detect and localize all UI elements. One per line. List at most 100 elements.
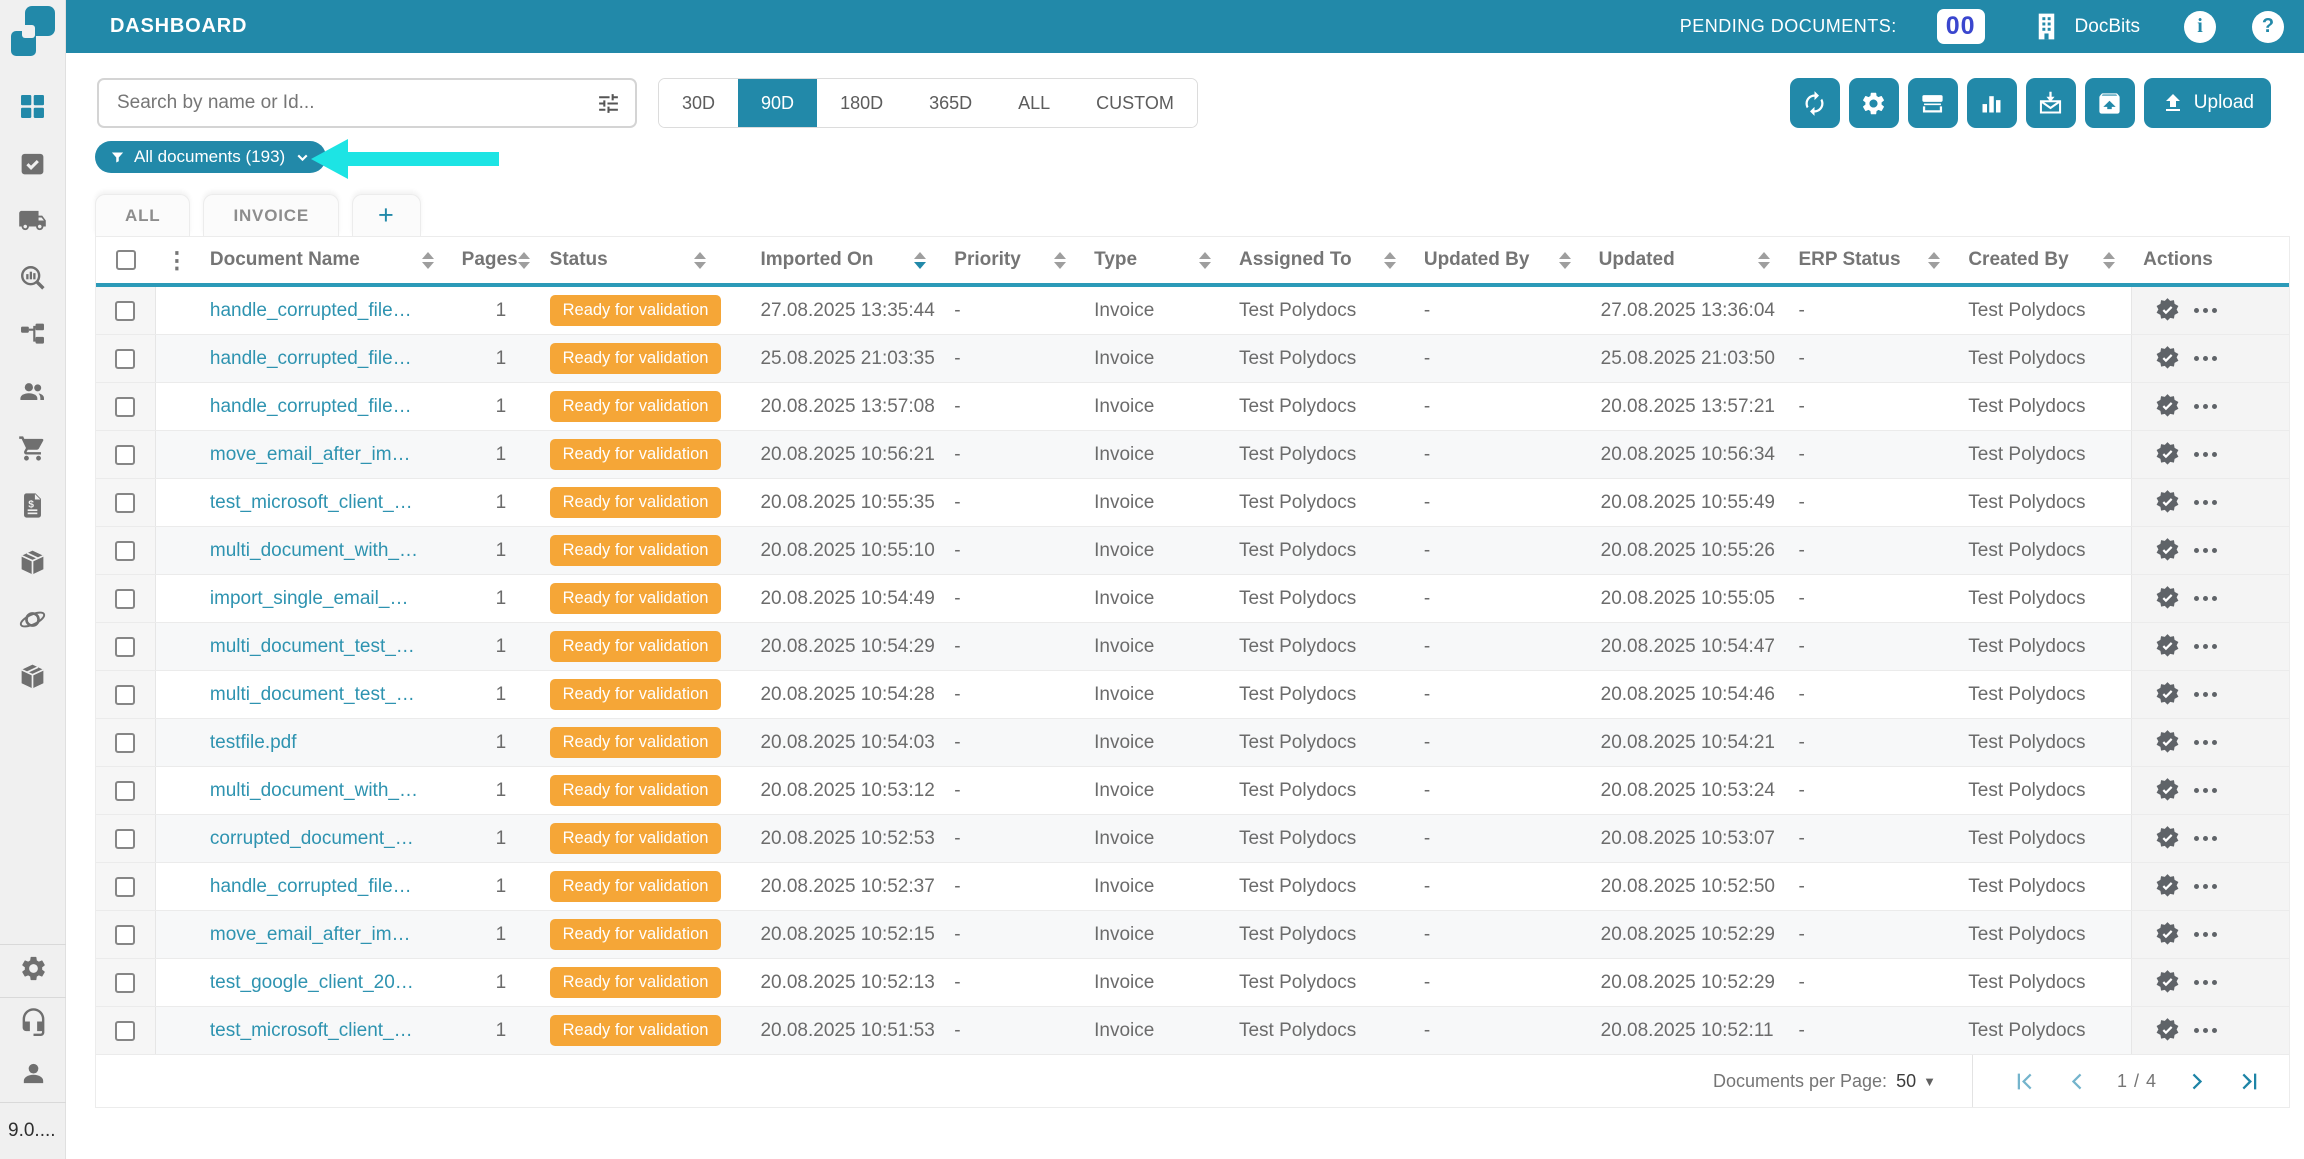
- row-checkbox[interactable]: [115, 541, 135, 561]
- select-all-checkbox[interactable]: [116, 250, 136, 270]
- column-header-erp-status[interactable]: ERP Status: [1786, 237, 1956, 283]
- document-name-link[interactable]: multi_document_test_…: [210, 636, 415, 658]
- sidebar-item-invoices[interactable]: $: [0, 479, 66, 536]
- sidebar-item-workflow[interactable]: [0, 308, 66, 365]
- search-filter-button[interactable]: [596, 91, 621, 116]
- sidebar-item-products[interactable]: [0, 650, 66, 707]
- validate-action-button[interactable]: [2154, 393, 2181, 420]
- refresh-button[interactable]: [1790, 78, 1840, 128]
- validate-action-button[interactable]: [2154, 777, 2181, 804]
- validate-action-button[interactable]: [2154, 633, 2181, 660]
- prev-page-button[interactable]: [2064, 1068, 2091, 1095]
- row-more-button[interactable]: [2194, 308, 2217, 313]
- row-checkbox[interactable]: [115, 781, 135, 801]
- first-page-button[interactable]: [2011, 1068, 2038, 1095]
- app-logo[interactable]: [0, 0, 65, 53]
- per-page-value[interactable]: 50: [1896, 1071, 1916, 1092]
- column-header-type[interactable]: Type: [1082, 237, 1227, 283]
- document-name-link[interactable]: test_microsoft_client_…: [210, 492, 413, 514]
- row-checkbox[interactable]: [115, 637, 135, 657]
- column-menu-button[interactable]: ⋮: [156, 237, 198, 283]
- sort-arrows-icon[interactable]: [1928, 252, 1940, 269]
- validate-action-button[interactable]: [2154, 681, 2181, 708]
- column-header-status[interactable]: Status: [538, 237, 723, 283]
- row-checkbox[interactable]: [115, 829, 135, 849]
- document-name-link[interactable]: handle_corrupted_file…: [210, 300, 412, 322]
- sort-arrows-icon[interactable]: [1054, 252, 1066, 269]
- sidebar-item-settings[interactable]: [0, 945, 66, 997]
- sidebar-item-shipping[interactable]: [0, 194, 66, 251]
- row-checkbox[interactable]: [115, 301, 135, 321]
- column-header-imported-on[interactable]: Imported On: [722, 237, 942, 283]
- validate-action-button[interactable]: [2154, 969, 2181, 996]
- sidebar-item-integrations[interactable]: [0, 593, 66, 650]
- row-more-button[interactable]: [2194, 644, 2217, 649]
- row-checkbox[interactable]: [115, 349, 135, 369]
- sort-arrows-icon[interactable]: [518, 252, 530, 269]
- validate-action-button[interactable]: [2154, 297, 2181, 324]
- row-checkbox[interactable]: [115, 877, 135, 897]
- row-more-button[interactable]: [2194, 1028, 2217, 1033]
- row-checkbox[interactable]: [115, 589, 135, 609]
- scanner-button[interactable]: [1908, 78, 1958, 128]
- row-checkbox[interactable]: [115, 445, 135, 465]
- row-more-button[interactable]: [2194, 692, 2217, 697]
- column-header-document-name[interactable]: Document Name: [198, 237, 450, 283]
- time-filter-90d[interactable]: 90D: [738, 79, 817, 127]
- row-checkbox[interactable]: [115, 733, 135, 753]
- column-header-created-by[interactable]: Created By: [1956, 237, 2131, 283]
- validate-action-button[interactable]: [2154, 489, 2181, 516]
- document-name-link[interactable]: move_email_after_im…: [210, 924, 411, 946]
- sidebar-item-support[interactable]: [0, 998, 66, 1050]
- sidebar-item-orders[interactable]: [0, 422, 66, 479]
- time-filter-30d[interactable]: 30D: [659, 79, 738, 127]
- validate-action-button[interactable]: [2154, 345, 2181, 372]
- per-page-caret-icon[interactable]: ▼: [1923, 1074, 1936, 1089]
- validate-action-button[interactable]: [2154, 921, 2181, 948]
- sidebar-item-analytics-search[interactable]: [0, 251, 66, 308]
- document-name-link[interactable]: testfile.pdf: [210, 732, 297, 754]
- row-checkbox[interactable]: [115, 397, 135, 417]
- row-more-button[interactable]: [2194, 596, 2217, 601]
- sidebar-item-users[interactable]: [0, 365, 66, 422]
- sort-arrows-icon[interactable]: [914, 252, 926, 269]
- upload-button[interactable]: Upload: [2144, 78, 2271, 128]
- document-name-link[interactable]: multi_document_with_…: [210, 540, 418, 562]
- sidebar-item-packages[interactable]: [0, 536, 66, 593]
- document-name-link[interactable]: handle_corrupted_file…: [210, 348, 412, 370]
- row-checkbox[interactable]: [115, 1021, 135, 1041]
- brand-name[interactable]: DocBits: [2075, 16, 2140, 38]
- time-filter-custom[interactable]: CUSTOM: [1073, 79, 1197, 127]
- row-more-button[interactable]: [2194, 932, 2217, 937]
- all-documents-filter-chip[interactable]: All documents (193): [95, 141, 326, 173]
- sort-arrows-icon[interactable]: [1758, 252, 1770, 269]
- sort-arrows-icon[interactable]: [694, 252, 706, 269]
- document-name-link[interactable]: corrupted_document_…: [210, 828, 414, 850]
- time-filter-180d[interactable]: 180D: [817, 79, 906, 127]
- document-name-link[interactable]: multi_document_with_…: [210, 780, 418, 802]
- document-name-link[interactable]: handle_corrupted_file…: [210, 876, 412, 898]
- sort-arrows-icon[interactable]: [422, 252, 434, 269]
- sidebar-item-profile[interactable]: [0, 1050, 66, 1102]
- sort-arrows-icon[interactable]: [1559, 252, 1571, 269]
- help-button[interactable]: ?: [2252, 11, 2284, 43]
- column-header-priority[interactable]: Priority: [942, 237, 1082, 283]
- document-name-link[interactable]: import_single_email_…: [210, 588, 409, 610]
- analytics-button[interactable]: [1967, 78, 2017, 128]
- row-checkbox[interactable]: [115, 685, 135, 705]
- time-filter-365d[interactable]: 365D: [906, 79, 995, 127]
- column-header-assigned-to[interactable]: Assigned To: [1227, 237, 1412, 283]
- sort-arrows-icon[interactable]: [1384, 252, 1396, 269]
- row-more-button[interactable]: [2194, 356, 2217, 361]
- row-more-button[interactable]: [2194, 740, 2217, 745]
- validate-action-button[interactable]: [2154, 1017, 2181, 1044]
- validate-action-button[interactable]: [2154, 585, 2181, 612]
- document-name-link[interactable]: move_email_after_im…: [210, 444, 411, 466]
- export-button[interactable]: [2085, 78, 2135, 128]
- validate-action-button[interactable]: [2154, 825, 2181, 852]
- column-header-pages[interactable]: Pages: [450, 237, 538, 283]
- row-checkbox[interactable]: [115, 973, 135, 993]
- validate-action-button[interactable]: [2154, 441, 2181, 468]
- sidebar-item-dashboard[interactable]: [0, 80, 66, 137]
- row-more-button[interactable]: [2194, 548, 2217, 553]
